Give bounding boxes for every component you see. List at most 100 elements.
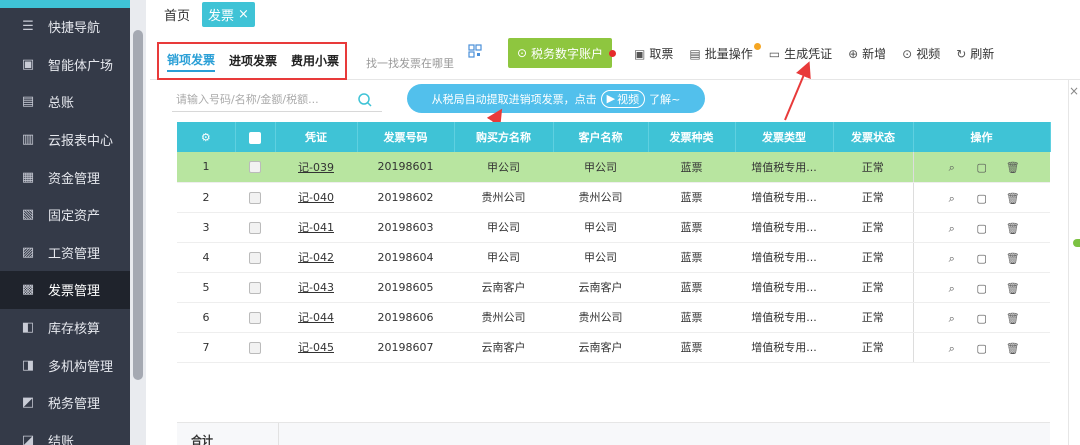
sidebar-item-3[interactable]: ▤ 总账: [0, 83, 130, 121]
sidebar-scrollbar-thumb[interactable]: [133, 30, 143, 380]
close-side-panel-icon[interactable]: ×: [1068, 80, 1080, 102]
select-all-checkbox[interactable]: [235, 122, 276, 152]
copy-icon[interactable]: ▢: [976, 342, 988, 355]
sidebar-item-7[interactable]: ▨ 工资管理: [0, 234, 130, 272]
table-row[interactable]: 3 记-041 20198603 甲公司 甲公司 蓝票 增值税专用... 正常 ⌕ ▢ 🗑: [177, 212, 1050, 243]
delete-icon[interactable]: 🗑: [1006, 312, 1020, 325]
tax-digital-account-label: 税务数字账户: [531, 46, 604, 61]
shield-icon: ⊙: [516, 46, 528, 60]
tip-video-button[interactable]: ▶ 视频: [600, 89, 646, 108]
generate-voucher-button[interactable]: ▭ 生成凭证: [769, 45, 832, 62]
column-settings-icon[interactable]: ⚙: [177, 122, 236, 152]
invoice-kind: 蓝票: [648, 242, 735, 273]
buyer-name: 甲公司: [454, 152, 553, 183]
sidebar-item-11[interactable]: ◩ 税务管理: [0, 384, 130, 422]
view-icon[interactable]: ⌕: [946, 161, 958, 174]
voucher-link[interactable]: 记-042: [275, 242, 357, 273]
view-icon[interactable]: ⌕: [946, 222, 958, 235]
add-button[interactable]: ⊕ 新增: [848, 45, 886, 62]
copy-icon[interactable]: ▢: [976, 312, 988, 325]
tab-home[interactable]: 首页: [158, 2, 196, 27]
search-bar: [172, 88, 382, 112]
assistant-dot[interactable]: [1073, 239, 1080, 247]
view-icon[interactable]: ⌕: [946, 342, 958, 355]
delete-icon[interactable]: 🗑: [1006, 282, 1020, 295]
sidebar-item-9[interactable]: ◧ 库存核算: [0, 309, 130, 347]
agent-icon: ▣: [21, 56, 35, 72]
customer-name: 贵州公司: [553, 182, 648, 213]
invoice-number: 20198603: [357, 212, 454, 243]
sidebar-item-5[interactable]: ▦ 资金管理: [0, 158, 130, 196]
copy-icon[interactable]: ▢: [976, 282, 988, 295]
find-invoice-link[interactable]: 找一找发票在哪里: [366, 55, 454, 71]
voucher-link[interactable]: 记-043: [275, 272, 357, 303]
sidebar-item-2[interactable]: ▣ 智能体广场: [0, 46, 130, 84]
sidebar-item-6[interactable]: ▧ 固定资产: [0, 196, 130, 234]
copy-icon[interactable]: ▢: [976, 192, 988, 205]
copy-icon[interactable]: ▢: [976, 222, 988, 235]
sidebar-item-12[interactable]: ◪ 结账: [0, 422, 130, 445]
row-operations: ⌕ ▢ 🗑: [912, 302, 1050, 333]
subtab-expense-receipt[interactable]: 费用小票: [291, 52, 339, 71]
voucher-link[interactable]: 记-045: [275, 332, 357, 363]
voucher-link[interactable]: 记-040: [275, 182, 357, 213]
sidebar-item-label: 云报表中心: [48, 134, 114, 150]
row-checkbox-box[interactable]: [249, 281, 261, 294]
customer-name: 贵州公司: [553, 302, 648, 333]
voucher-link[interactable]: 记-039: [275, 152, 357, 183]
tax-digital-account-button[interactable]: ⊙ 税务数字账户: [508, 38, 612, 68]
sidebar: ☰ 快捷导航 ▣ 智能体广场 ▤ 总账 ▥ 云报表中心 ▦ 资金管理 ▧ 固定资产 ▨ 工资管理 ▩ 发票管理…: [0, 0, 130, 445]
row-checkbox-box[interactable]: [249, 251, 261, 264]
row-checkbox[interactable]: [235, 182, 275, 213]
table-row[interactable]: 7 记-045 20198607 云南客户 云南客户 蓝票 增值税专用... 正常 ⌕ ▢ 🗑: [177, 332, 1050, 363]
table-row[interactable]: 4 记-042 20198604 甲公司 甲公司 蓝票 增值税专用... 正常 ⌕ ▢ 🗑: [177, 242, 1050, 273]
copy-icon[interactable]: ▢: [976, 252, 988, 265]
sidebar-item-1[interactable]: ☰ 快捷导航: [0, 8, 130, 46]
delete-icon[interactable]: 🗑: [1006, 192, 1020, 205]
fetch-invoice-button[interactable]: ▣ 取票: [634, 45, 673, 62]
video-button[interactable]: ⊙ 视频: [902, 45, 940, 62]
row-checkbox-box[interactable]: [249, 161, 261, 174]
table-row[interactable]: 5 记-043 20198605 云南客户 云南客户 蓝票 增值税专用... 正常 ⌕ ▢ 🗑: [177, 272, 1050, 303]
search-icon[interactable]: [357, 92, 373, 108]
row-checkbox[interactable]: [235, 212, 275, 243]
delete-icon[interactable]: 🗑: [1006, 252, 1020, 265]
table-row[interactable]: 1 记-039 20198601 甲公司 甲公司 蓝票 增值税专用... 正常 ⌕ ▢ 🗑: [177, 152, 1050, 183]
row-checkbox[interactable]: [235, 272, 275, 303]
view-icon[interactable]: ⌕: [946, 252, 958, 265]
search-input[interactable]: [172, 93, 357, 106]
voucher-link[interactable]: 记-044: [275, 302, 357, 333]
copy-icon[interactable]: ▢: [976, 161, 988, 174]
subtab-sales-invoice[interactable]: 销项发票: [167, 51, 216, 72]
sidebar-item-10[interactable]: ◨ 多机构管理: [0, 346, 130, 384]
sidebar-item-4[interactable]: ▥ 云报表中心: [0, 121, 130, 159]
row-checkbox[interactable]: [235, 332, 275, 363]
row-checkbox-box[interactable]: [249, 191, 261, 204]
table-row[interactable]: 2 记-040 20198602 贵州公司 贵州公司 蓝票 增值税专用... 正常 ⌕ ▢ 🗑: [177, 182, 1050, 213]
view-icon[interactable]: ⌕: [946, 312, 958, 325]
row-checkbox[interactable]: [235, 302, 275, 333]
view-icon[interactable]: ⌕: [946, 192, 958, 205]
batch-operation-button[interactable]: ▤ 批量操作: [689, 43, 761, 62]
row-checkbox-box[interactable]: [249, 311, 261, 324]
delete-icon[interactable]: 🗑: [1006, 342, 1020, 355]
col-invoice-number: 发票号码: [357, 122, 455, 152]
delete-icon[interactable]: 🗑: [1006, 222, 1020, 235]
voucher-link[interactable]: 记-041: [275, 212, 357, 243]
row-checkbox-box[interactable]: [249, 341, 261, 354]
row-checkbox-box[interactable]: [249, 221, 261, 234]
qr-code-icon[interactable]: [468, 44, 482, 58]
subtab-purchase-invoice[interactable]: 进项发票: [229, 52, 277, 71]
view-icon[interactable]: ⌕: [946, 282, 958, 295]
close-icon[interactable]: ×: [238, 7, 249, 22]
sidebar-item-label: 发票管理: [48, 284, 101, 300]
tab-invoice[interactable]: 发票 ×: [202, 1, 255, 27]
invoice-type: 增值税专用...: [735, 182, 833, 213]
sidebar-item-8[interactable]: ▩ 发票管理: [0, 271, 130, 309]
delete-icon[interactable]: 🗑: [1006, 161, 1020, 174]
refresh-button[interactable]: ↻ 刷新: [956, 45, 994, 62]
row-checkbox[interactable]: [235, 152, 275, 183]
row-checkbox[interactable]: [235, 242, 275, 273]
sidebar-item-label: 总账: [48, 96, 75, 112]
table-row[interactable]: 6 记-044 20198606 贵州公司 贵州公司 蓝票 增值税专用... 正常 ⌕ ▢ 🗑: [177, 302, 1050, 333]
